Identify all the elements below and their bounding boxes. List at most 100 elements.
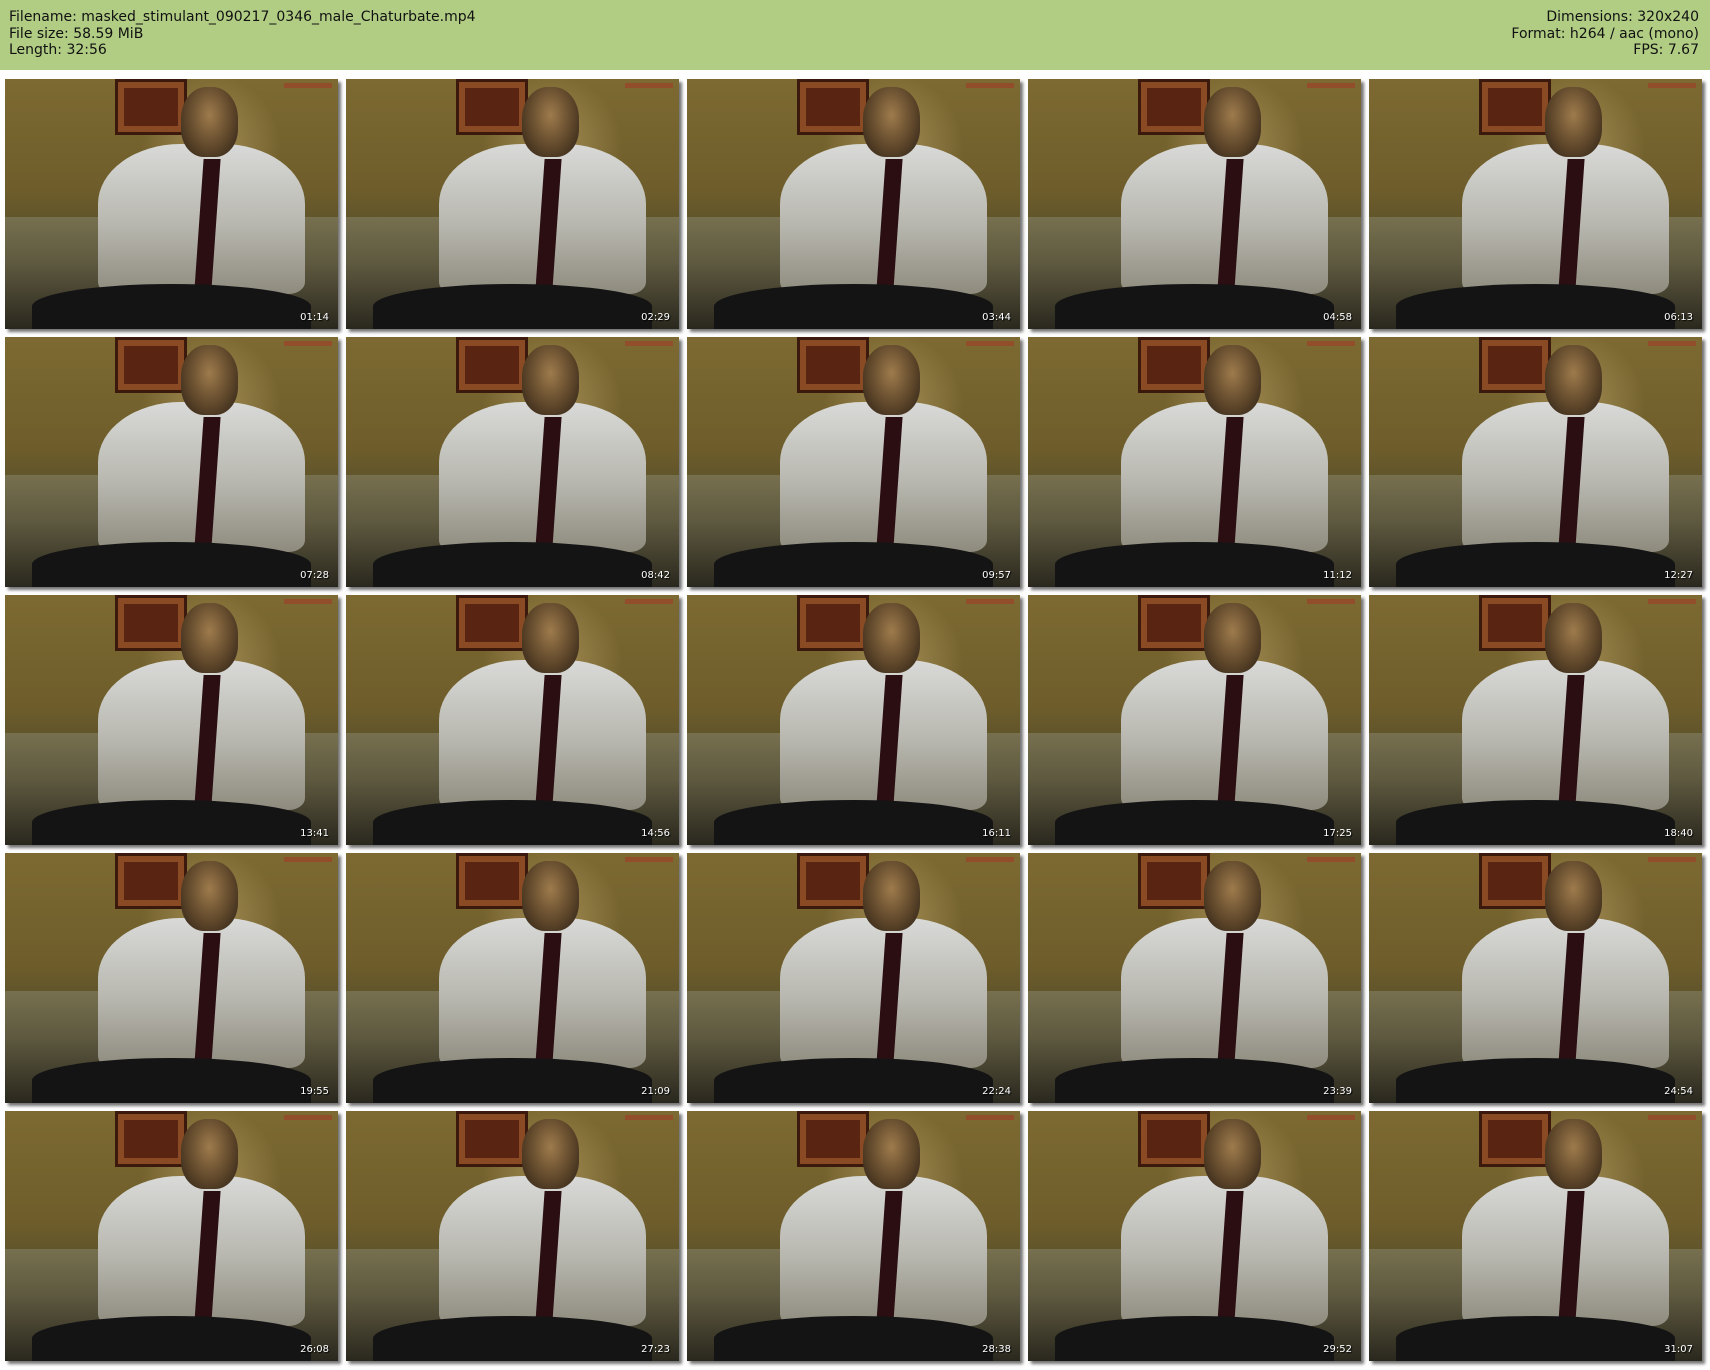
person-head (1204, 344, 1262, 415)
watermark-mark (966, 341, 1014, 346)
video-thumbnail[interactable]: 08:42 (346, 337, 679, 587)
person-head (863, 1118, 921, 1189)
watermark-mark (1648, 599, 1696, 604)
wall-picture-frame (796, 853, 870, 909)
video-thumbnail[interactable]: 02:29 (346, 79, 679, 329)
watermark-mark (284, 83, 332, 88)
video-thumbnail[interactable]: 28:38 (687, 1111, 1020, 1361)
watermark-mark (966, 83, 1014, 88)
person-legs (372, 1058, 653, 1103)
thumbnail-timestamp: 19:55 (300, 1086, 329, 1097)
person-legs (1054, 1316, 1335, 1361)
person-head (1204, 602, 1262, 673)
person-head (1545, 860, 1603, 931)
watermark-mark (284, 1115, 332, 1120)
thumbnail-timestamp: 16:11 (982, 828, 1011, 839)
thumbnail-timestamp: 29:52 (1323, 1344, 1352, 1355)
video-thumbnail[interactable]: 24:54 (1369, 853, 1702, 1103)
wall-picture-frame (1137, 1111, 1211, 1167)
wall-picture-frame (796, 79, 870, 135)
video-thumbnail[interactable]: 14:56 (346, 595, 679, 845)
person-legs (31, 542, 312, 587)
video-thumbnail[interactable]: 07:28 (5, 337, 338, 587)
watermark-mark (1307, 599, 1355, 604)
person-head (1204, 1118, 1262, 1189)
thumbnail-timestamp: 08:42 (641, 570, 670, 581)
person-legs (713, 542, 994, 587)
video-thumbnail[interactable]: 09:57 (687, 337, 1020, 587)
person-head (1204, 86, 1262, 157)
thumbnail-timestamp: 03:44 (982, 312, 1011, 323)
video-thumbnail[interactable]: 04:58 (1028, 79, 1361, 329)
video-thumbnail[interactable]: 06:13 (1369, 79, 1702, 329)
person-legs (1054, 800, 1335, 845)
thumbnail-timestamp: 09:57 (982, 570, 1011, 581)
person-head (522, 1118, 580, 1189)
person-head (1545, 86, 1603, 157)
thumbnail-timestamp: 13:41 (300, 828, 329, 839)
thumbnail-timestamp: 12:27 (1664, 570, 1693, 581)
video-thumbnail[interactable]: 17:25 (1028, 595, 1361, 845)
person-legs (1395, 800, 1676, 845)
person-head (863, 344, 921, 415)
watermark-mark (284, 599, 332, 604)
thumbnail-timestamp: 21:09 (641, 1086, 670, 1097)
person-head (1545, 1118, 1603, 1189)
video-thumbnail[interactable]: 27:23 (346, 1111, 679, 1361)
wall-picture-frame (1478, 337, 1552, 393)
wall-picture-frame (1478, 853, 1552, 909)
person-head (863, 602, 921, 673)
person-legs (31, 800, 312, 845)
person-legs (1395, 1316, 1676, 1361)
video-thumbnail[interactable]: 12:27 (1369, 337, 1702, 587)
watermark-mark (625, 599, 673, 604)
watermark-mark (284, 857, 332, 862)
video-thumbnail[interactable]: 21:09 (346, 853, 679, 1103)
dimensions-label: Dimensions: 320x240 (1546, 9, 1699, 25)
person-head (181, 86, 239, 157)
thumbnail-timestamp: 28:38 (982, 1344, 1011, 1355)
wall-picture-frame (114, 595, 188, 651)
video-thumbnail[interactable]: 01:14 (5, 79, 338, 329)
person-legs (1395, 284, 1676, 329)
video-thumbnail[interactable]: 13:41 (5, 595, 338, 845)
person-head (863, 86, 921, 157)
video-thumbnail[interactable]: 16:11 (687, 595, 1020, 845)
video-thumbnail[interactable]: 03:44 (687, 79, 1020, 329)
watermark-mark (1648, 83, 1696, 88)
thumbnail-timestamp: 18:40 (1664, 828, 1693, 839)
person-legs (372, 800, 653, 845)
video-thumbnail[interactable]: 29:52 (1028, 1111, 1361, 1361)
wall-picture-frame (1137, 79, 1211, 135)
watermark-mark (966, 599, 1014, 604)
watermark-mark (966, 1115, 1014, 1120)
thumbnail-timestamp: 26:08 (300, 1344, 329, 1355)
person-legs (713, 1316, 994, 1361)
person-head (522, 602, 580, 673)
file-info-right: Dimensions: 320x240 Format: h264 / aac (… (1511, 9, 1699, 59)
wall-picture-frame (114, 79, 188, 135)
length-label: Length: 32:56 (9, 42, 107, 58)
wall-picture-frame (796, 595, 870, 651)
thumbnail-timestamp: 22:24 (982, 1086, 1011, 1097)
wall-picture-frame (1478, 595, 1552, 651)
video-thumbnail[interactable]: 31:07 (1369, 1111, 1702, 1361)
video-thumbnail[interactable]: 26:08 (5, 1111, 338, 1361)
video-thumbnail[interactable]: 18:40 (1369, 595, 1702, 845)
wall-picture-frame (1137, 337, 1211, 393)
person-legs (713, 800, 994, 845)
video-thumbnail[interactable]: 23:39 (1028, 853, 1361, 1103)
person-legs (372, 284, 653, 329)
wall-picture-frame (1137, 595, 1211, 651)
wall-picture-frame (114, 337, 188, 393)
filesize-label: File size: 58.59 MiB (9, 25, 144, 42)
person-head (1545, 602, 1603, 673)
person-legs (372, 542, 653, 587)
video-thumbnail[interactable]: 11:12 (1028, 337, 1361, 587)
watermark-mark (625, 83, 673, 88)
person-legs (1395, 542, 1676, 587)
watermark-mark (284, 341, 332, 346)
watermark-mark (1307, 857, 1355, 862)
video-thumbnail[interactable]: 19:55 (5, 853, 338, 1103)
video-thumbnail[interactable]: 22:24 (687, 853, 1020, 1103)
